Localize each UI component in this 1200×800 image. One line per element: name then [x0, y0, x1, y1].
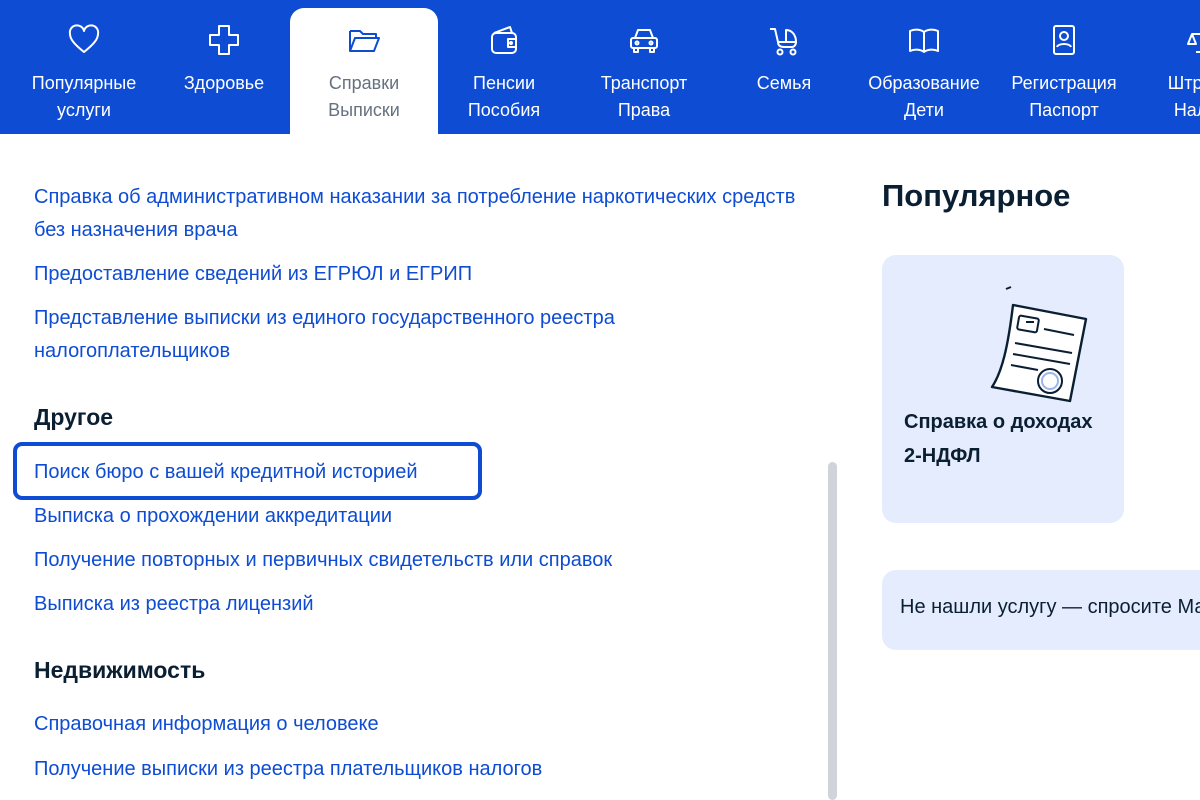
category-transport[interactable]: Транспорт Права [570, 8, 718, 134]
heart-icon [66, 22, 102, 58]
service-link[interactable]: Получение повторных и первичных свидетел… [34, 544, 814, 577]
page: Популярные услуги Здоровье Справки Выписки… [0, 0, 1200, 800]
category-label: Пенсии [473, 73, 535, 93]
category-label: Популярные [31, 73, 137, 93]
category-education[interactable]: Образование Дети [850, 8, 998, 134]
document-with-seal-icon [990, 286, 1088, 403]
popular-title: Популярное [882, 178, 1071, 213]
category-sublabel: Дети [904, 100, 944, 120]
medical-cross-icon [206, 22, 242, 58]
card-title: Справка о доходах [904, 411, 1093, 433]
folder-icon [346, 22, 382, 58]
passport-icon [1046, 22, 1082, 58]
service-link[interactable]: Выписка о прохождении аккредитации [34, 500, 814, 533]
service-link[interactable]: Справочная информация о человеке [34, 708, 814, 741]
section-title-other: Другое [34, 404, 114, 430]
category-popular[interactable]: Популярные услуги [10, 8, 158, 134]
service-link[interactable]: Справка об административном наказании за… [34, 181, 814, 247]
category-fines[interactable]: Штрафы Налоги [1130, 8, 1200, 134]
section-title-realty: Недвижимость [34, 657, 206, 683]
scrollbar[interactable] [828, 462, 837, 800]
category-family[interactable]: Семья [710, 8, 858, 134]
category-label: Регистрация [1011, 73, 1117, 93]
category-label: Семья [756, 73, 812, 93]
category-pensions[interactable]: Пенсии Пособия [430, 8, 578, 134]
ask-assistant-text: Не нашли услугу — спросите Макса [900, 596, 1200, 618]
service-link[interactable]: Предоставление сведений из ЕГРЮЛ и ЕГРИП [34, 258, 814, 291]
book-icon [906, 22, 942, 58]
category-bar: Популярные услуги Здоровье Справки Выписки… [0, 0, 1200, 134]
ask-assistant-box[interactable]: Не нашли услугу — спросите Макса [882, 570, 1200, 650]
service-link[interactable]: Выписка из реестра лицензий [34, 588, 814, 621]
category-label: Транспорт [600, 73, 688, 93]
category-label: Справки [328, 73, 400, 93]
service-link-credit-history[interactable]: Поиск бюро с вашей кредитной историей [34, 456, 814, 489]
service-link[interactable]: Получение выписки из реестра плательщико… [34, 753, 814, 786]
category-registration[interactable]: Регистрация Паспорт [990, 8, 1138, 134]
wallet-icon [486, 22, 522, 58]
category-sublabel: Пособия [467, 100, 541, 120]
car-icon [626, 22, 662, 58]
service-link[interactable]: Представление выписки из единого государ… [34, 302, 714, 368]
category-sublabel: Выписки [328, 100, 400, 120]
category-certificates[interactable]: Справки Выписки [290, 8, 438, 134]
category-label: Штрафы [1167, 73, 1200, 93]
category-label: Образование [868, 73, 980, 93]
category-label: Здоровье [183, 73, 265, 93]
stroller-icon [766, 22, 802, 58]
category-sublabel: Паспорт [1029, 100, 1099, 120]
card-subtitle: 2-НДФЛ [904, 445, 981, 467]
category-health[interactable]: Здоровье [150, 8, 298, 134]
category-sublabel: услуги [57, 100, 111, 120]
popular-card-income-certificate[interactable]: Справка о доходах 2-НДФЛ [882, 255, 1124, 523]
category-sublabel: Налоги [1173, 100, 1200, 120]
scales-icon [1186, 22, 1200, 58]
category-sublabel: Права [617, 100, 671, 120]
